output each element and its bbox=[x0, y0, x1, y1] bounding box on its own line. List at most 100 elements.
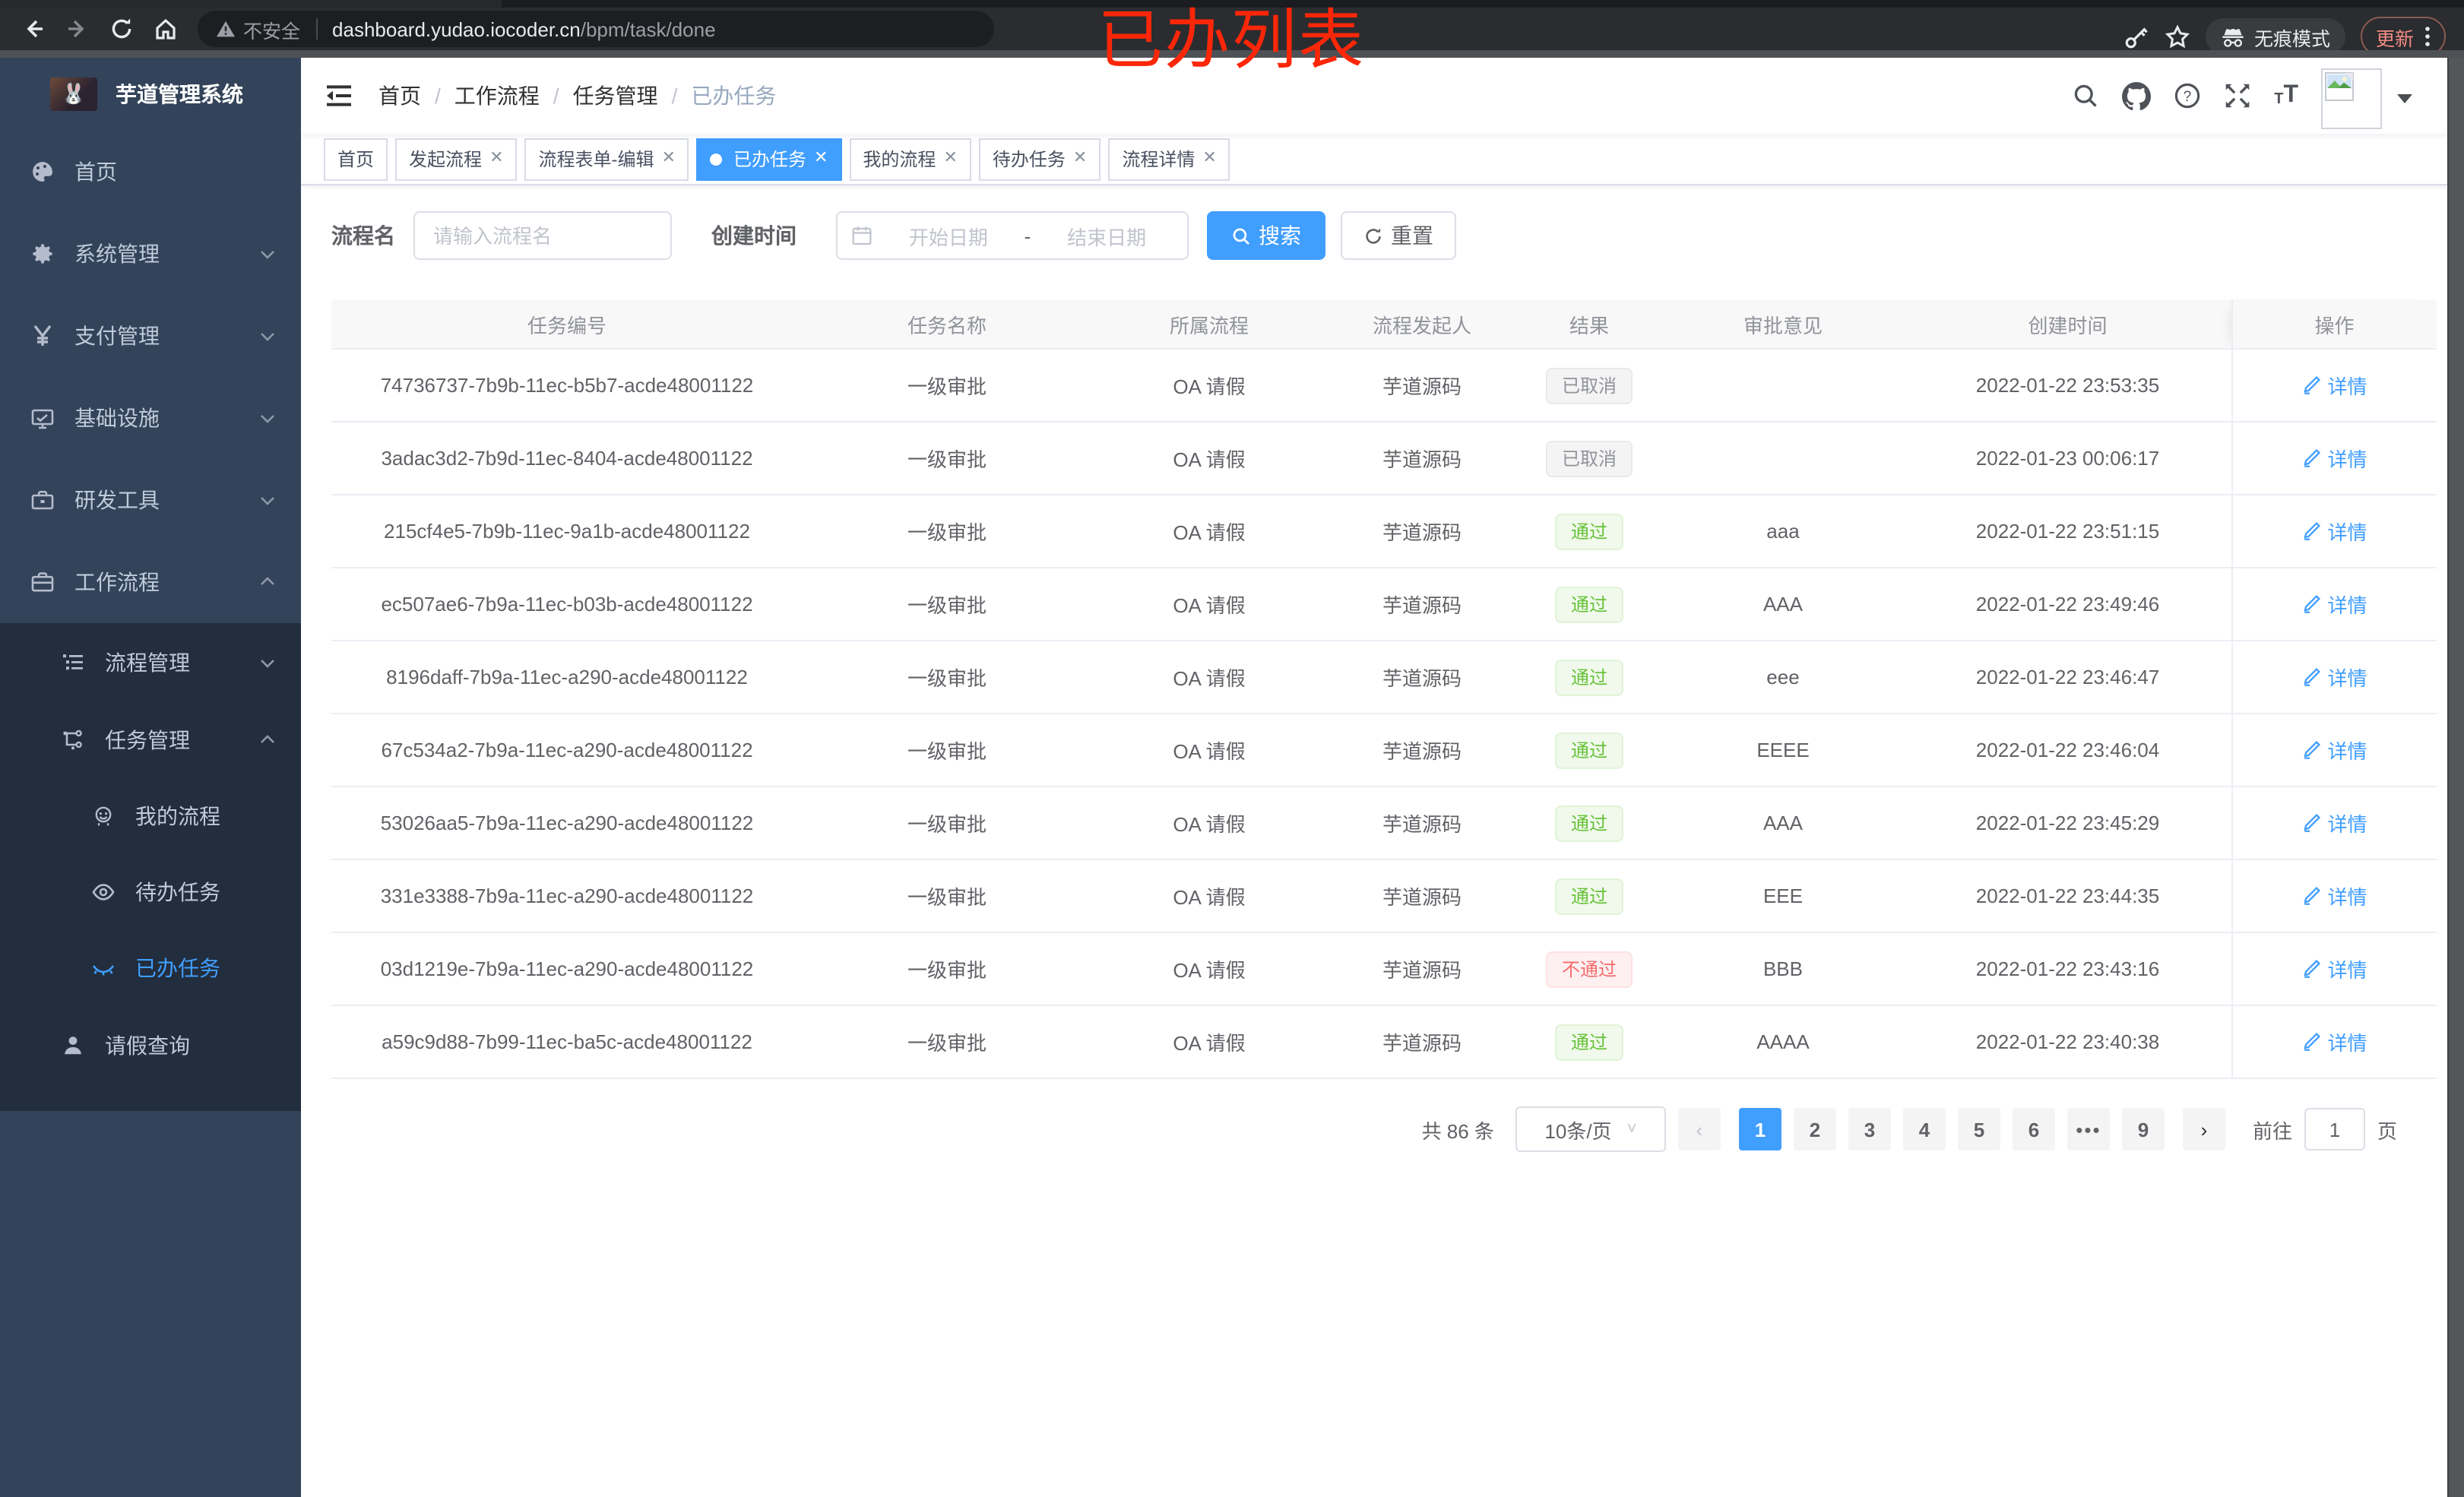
github-icon[interactable] bbox=[2122, 81, 2152, 110]
chevron-down-icon bbox=[258, 245, 277, 263]
flow-icon bbox=[61, 727, 85, 752]
detail-link[interactable]: 详情 bbox=[2301, 809, 2367, 837]
workflow-submenu: 流程管理 任务管理 我的流程 待办任务 已办任务 请假查询 bbox=[0, 623, 301, 1111]
sidebar-item-todo-tasks[interactable]: 待办任务 bbox=[0, 854, 301, 930]
not-secure-icon bbox=[216, 21, 236, 37]
status-badge: 通过 bbox=[1555, 878, 1623, 914]
chevron-down-icon bbox=[258, 409, 277, 427]
sidebar-item-workflow[interactable]: 工作流程 bbox=[0, 541, 301, 623]
tab-start-process[interactable]: 发起流程 ✕ bbox=[395, 138, 518, 180]
table-row: 67c534a2-7b9a-11ec-a290-acde48001122 一级审批… bbox=[331, 714, 2437, 787]
chevron-down-icon bbox=[258, 327, 277, 345]
tab-my-process[interactable]: 我的流程 ✕ bbox=[849, 138, 971, 180]
sidebar-item-label: 请假查询 bbox=[105, 1033, 190, 1057]
tab-done-tasks[interactable]: 已办任务 ✕ bbox=[696, 138, 842, 180]
close-icon[interactable]: ✕ bbox=[489, 150, 503, 167]
back-icon[interactable] bbox=[15, 11, 52, 47]
window-scrollbar[interactable] bbox=[2447, 58, 2464, 1497]
edit-icon bbox=[2304, 448, 2321, 467]
avatar[interactable] bbox=[2321, 68, 2382, 128]
detail-link[interactable]: 详情 bbox=[2301, 736, 2367, 764]
search-button[interactable]: 搜索 bbox=[1207, 211, 1325, 260]
sidebar-item-system[interactable]: 系统管理 bbox=[0, 213, 301, 295]
kebab-menu-icon[interactable] bbox=[2424, 26, 2431, 47]
tab-todo-tasks[interactable]: 待办任务 ✕ bbox=[978, 138, 1101, 180]
end-date-placeholder: 结束日期 bbox=[1067, 226, 1147, 248]
sidebar-item-leave-query[interactable]: 请假查询 bbox=[0, 1006, 301, 1084]
help-icon[interactable]: ? bbox=[2174, 82, 2201, 109]
sidebar-item-home[interactable]: 首页 bbox=[0, 131, 301, 213]
home-icon[interactable] bbox=[147, 11, 184, 47]
prev-page-button[interactable]: ‹ bbox=[1677, 1108, 1721, 1150]
page-button-6[interactable]: 6 bbox=[2012, 1108, 2055, 1150]
sidebar-item-process-mgmt[interactable]: 流程管理 bbox=[0, 623, 301, 701]
caret-down-icon[interactable] bbox=[2397, 93, 2412, 103]
browser-active-tab[interactable] bbox=[0, 0, 502, 8]
chevron-down-icon bbox=[258, 653, 277, 671]
detail-link[interactable]: 详情 bbox=[2301, 590, 2367, 619]
page-button-2[interactable]: 2 bbox=[1793, 1108, 1836, 1150]
close-icon[interactable]: ✕ bbox=[1073, 150, 1087, 167]
page-size-select[interactable]: 10条/页 ˅ bbox=[1515, 1106, 1666, 1152]
detail-link[interactable]: 详情 bbox=[2301, 1027, 2367, 1056]
chevron-up-icon bbox=[258, 730, 277, 748]
url-bar[interactable]: 不安全 dashboard.yudao.iocoder.cn/bpm/task/… bbox=[198, 11, 994, 47]
page-button-1[interactable]: 1 bbox=[1738, 1108, 1781, 1150]
tab-home[interactable]: 首页 bbox=[324, 138, 388, 180]
close-icon[interactable]: ✕ bbox=[943, 150, 957, 167]
more-pages-button[interactable]: ••• bbox=[2067, 1108, 2110, 1150]
sidebar-item-task-mgmt[interactable]: 任务管理 bbox=[0, 701, 301, 778]
sidebar-item-done-tasks[interactable]: 已办任务 bbox=[0, 930, 301, 1006]
date-range-picker[interactable]: 开始日期 - 结束日期 bbox=[836, 211, 1189, 260]
edit-icon bbox=[2304, 740, 2321, 759]
reset-button[interactable]: 重置 bbox=[1341, 211, 1456, 260]
detail-link[interactable]: 详情 bbox=[2301, 371, 2367, 400]
page-button-4[interactable]: 4 bbox=[1902, 1108, 1946, 1150]
reload-icon[interactable] bbox=[103, 11, 140, 47]
close-icon[interactable]: ✕ bbox=[814, 150, 828, 167]
fullscreen-icon[interactable] bbox=[2224, 82, 2251, 109]
detail-link[interactable]: 详情 bbox=[2301, 663, 2367, 692]
page-button-9[interactable]: 9 bbox=[2121, 1108, 2165, 1150]
breadcrumb-task-mgmt[interactable]: 任务管理 bbox=[573, 81, 658, 111]
refresh-icon bbox=[1366, 227, 1381, 243]
bookmark-star-icon[interactable] bbox=[2165, 24, 2190, 49]
table-row: 3adac3d2-7b9d-11ec-8404-acde48001122 一级审批… bbox=[331, 422, 2437, 495]
incognito-badge[interactable]: 无痕模式 bbox=[2205, 18, 2345, 55]
sidebar-item-payment[interactable]: 支付管理 bbox=[0, 295, 301, 377]
page-button-5[interactable]: 5 bbox=[1957, 1108, 2000, 1150]
status-badge: 通过 bbox=[1555, 586, 1623, 622]
close-icon[interactable]: ✕ bbox=[662, 150, 676, 167]
font-size-icon[interactable]: TT bbox=[2274, 83, 2298, 108]
hamburger-icon[interactable] bbox=[324, 81, 354, 111]
create-time-label: 创建时间 bbox=[711, 223, 797, 248]
edit-icon bbox=[2304, 594, 2321, 613]
next-page-button[interactable]: › bbox=[2182, 1108, 2225, 1150]
breadcrumb-workflow[interactable]: 工作流程 bbox=[454, 81, 540, 111]
sidebar-item-devtools[interactable]: 研发工具 bbox=[0, 459, 301, 541]
pagination: 共 86 条 10条/页 ˅ ‹ 1 2 3 4 5 6 ••• 9 › 前往 … bbox=[331, 1106, 2437, 1152]
detail-link[interactable]: 详情 bbox=[2301, 444, 2367, 473]
page-button-3[interactable]: 3 bbox=[1848, 1108, 1891, 1150]
forward-icon[interactable] bbox=[59, 11, 96, 47]
status-badge: 不通过 bbox=[1546, 951, 1632, 987]
search-icon[interactable] bbox=[2072, 82, 2099, 109]
sidebar-item-infra[interactable]: 基础设施 bbox=[0, 377, 301, 459]
tab-form-edit[interactable]: 流程表单-编辑 ✕ bbox=[524, 138, 689, 180]
detail-link[interactable]: 详情 bbox=[2301, 881, 2367, 910]
tab-process-detail[interactable]: 流程详情 ✕ bbox=[1108, 138, 1230, 180]
sidebar-item-label: 待办任务 bbox=[135, 880, 220, 904]
sidebar-item-label: 研发工具 bbox=[74, 488, 160, 512]
breadcrumb-home[interactable]: 首页 bbox=[378, 81, 421, 111]
key-icon[interactable] bbox=[2124, 24, 2149, 49]
sidebar: 🐰 芋道管理系统 首页 系统管理 支付管理 基础设施 研发工具 工作流程 流程管… bbox=[0, 58, 301, 1497]
sidebar-item-my-process[interactable]: 我的流程 bbox=[0, 778, 301, 854]
process-name-input[interactable] bbox=[413, 211, 672, 260]
app-logo[interactable]: 🐰 芋道管理系统 bbox=[0, 58, 301, 131]
col-flow: 所属流程 bbox=[1091, 299, 1327, 350]
goto-page-input[interactable] bbox=[2304, 1108, 2365, 1150]
close-icon[interactable]: ✕ bbox=[1202, 150, 1216, 167]
detail-link[interactable]: 详情 bbox=[2301, 517, 2367, 546]
detail-link[interactable]: 详情 bbox=[2301, 954, 2367, 983]
user-avatar-wrap[interactable] bbox=[2321, 63, 2412, 128]
